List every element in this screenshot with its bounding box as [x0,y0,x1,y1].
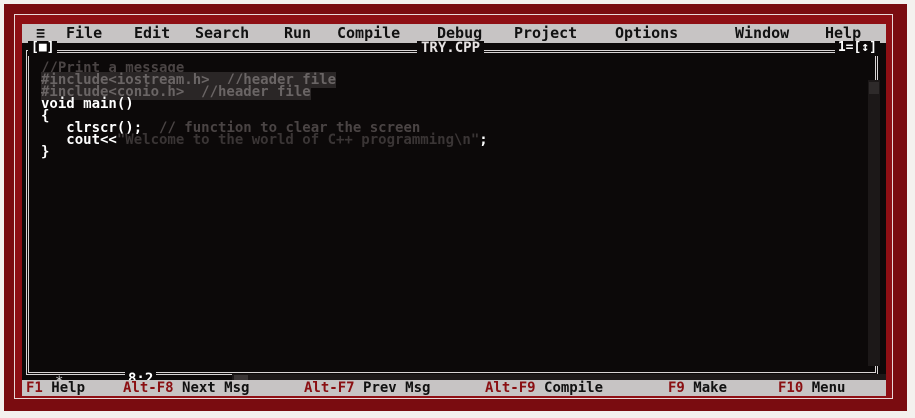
window-number-and-zoom-icon[interactable]: 1=[↕] [834,41,880,56]
menu-run[interactable]: Run [284,24,311,43]
status-bar: F1 Help Alt-F8 Next Msg Alt-F7 Prev Msg … [22,380,886,396]
status-alt-f9-label: Compile [544,380,604,396]
code-line-7-string: "Welcome to the world of C++ programming… [116,132,480,148]
menu-edit[interactable]: Edit [134,24,170,43]
status-f9-label: Make [693,380,728,396]
menu-file[interactable]: File [66,24,102,43]
menu-compile[interactable]: Compile [337,24,400,43]
code-area[interactable]: //Print a message #include<iostream.h> /… [41,61,488,159]
menu-search[interactable]: Search [195,24,249,43]
status-alt-f9-key: Alt-F9 [485,380,536,396]
status-f10-key: F10 [778,380,804,396]
status-alt-f9[interactable]: Alt-F9 Compile [485,380,603,396]
code-line-7: cout<<"Welcome to the world of C++ progr… [41,132,488,148]
close-box-icon[interactable]: [■] [28,41,58,56]
status-f10[interactable]: F10 Menu [778,380,845,396]
code-line-7-end: ; [479,132,488,148]
status-f1-key: F1 [26,380,43,396]
status-alt-f8-label: Next Msg [182,380,250,396]
status-alt-f8[interactable]: Alt-F8 Next Msg [123,380,249,396]
window-title: TRY.CPP [417,41,485,57]
status-alt-f8-key: Alt-F8 [123,380,174,396]
menu-options[interactable]: Options [615,24,678,43]
status-alt-f7-label: Prev Msg [363,380,431,396]
menu-project[interactable]: Project [514,24,577,43]
status-alt-f7-key: Alt-F7 [304,380,355,396]
status-f10-label: Menu [811,380,846,396]
code-line-7-code: cout<< [41,132,117,148]
status-alt-f7[interactable]: Alt-F7 Prev Msg [304,380,430,396]
status-f1[interactable]: F1 Help [26,380,85,396]
ide-screen: ≡ File Edit Search Run Compile Debug Pro… [22,24,886,396]
vertical-scroll-thumb[interactable] [869,82,879,94]
status-f9[interactable]: F9 Make [668,380,727,396]
menu-window[interactable]: Window [735,24,789,43]
status-f1-label: Help [51,380,86,396]
status-f9-key: F9 [668,380,685,396]
vertical-scrollbar[interactable] [868,80,880,366]
